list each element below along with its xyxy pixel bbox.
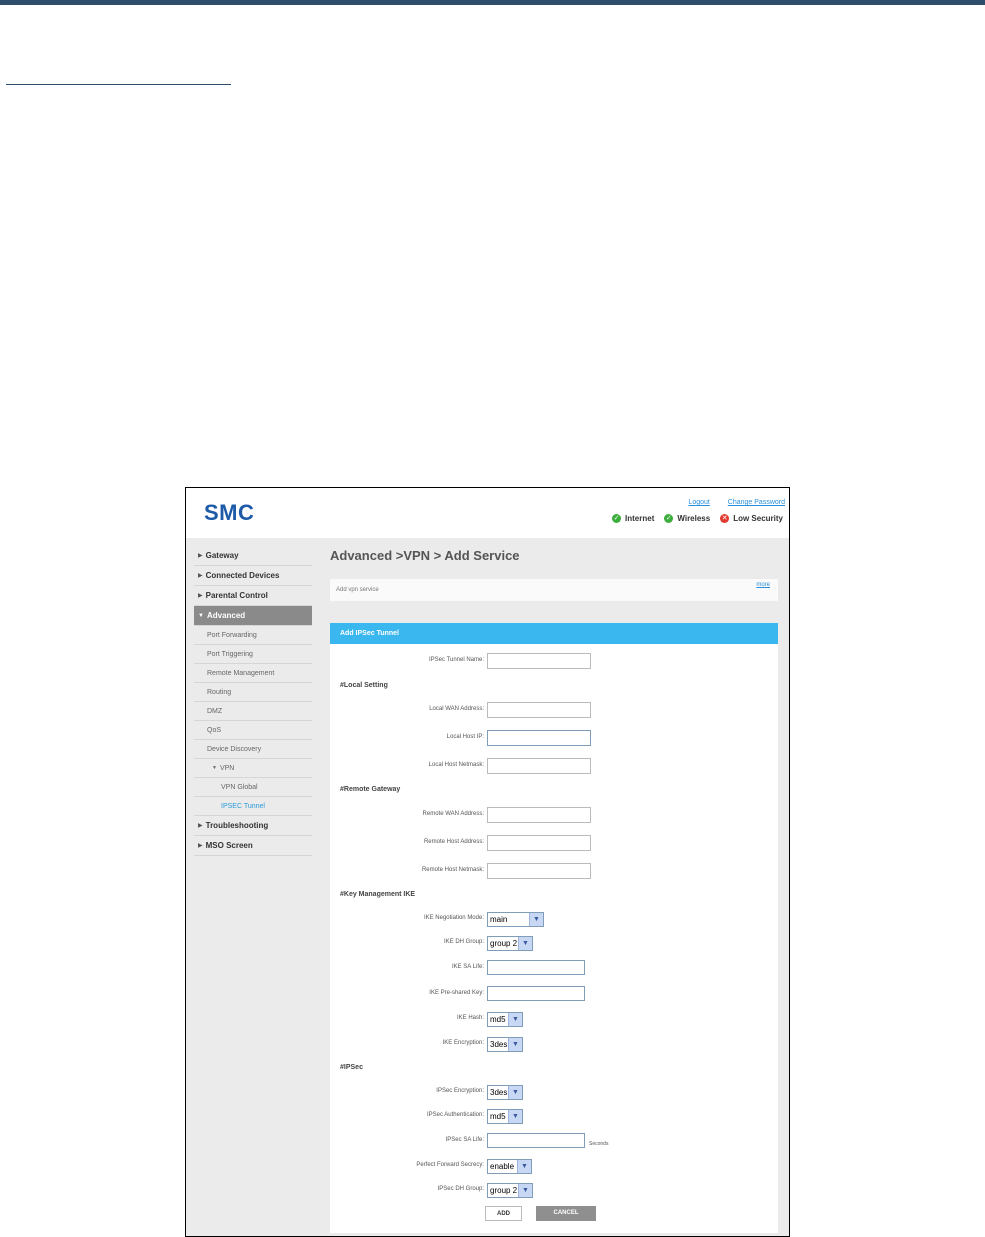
description-text: Add vpn service <box>336 587 379 593</box>
sidebar: ▶ Gateway ▶ Connected Devices ▶ Parental Co… <box>194 546 312 856</box>
row-remote-host-address: Remote Host Address: <box>330 835 778 851</box>
ipsec-form-panel: Add IPSec Tunnel IPSec Tunnel Name: #Loc… <box>330 623 778 1233</box>
sidebar-item-ipsec-tunnel[interactable]: IPSEC Tunnel <box>194 797 312 816</box>
triangle-right-icon: ▶ <box>198 823 203 829</box>
local-host-netmask-input[interactable] <box>487 758 591 774</box>
ike-encryption-select[interactable]: 3des ▼ <box>487 1037 523 1052</box>
panel-title: Add IPSec Tunnel <box>330 623 778 644</box>
local-wan-address-input[interactable] <box>487 702 591 718</box>
row-local-host-ip: Local Host IP: <box>330 730 778 746</box>
ike-sa-life-input[interactable] <box>487 960 585 975</box>
ipsec-sa-life-input[interactable] <box>487 1133 585 1148</box>
section-remote-gateway: #Remote Gateway <box>340 786 401 793</box>
remote-host-netmask-input[interactable] <box>487 863 591 879</box>
top-links: Logout Change Password <box>672 499 785 506</box>
row-ike-negotiation: IKE Negotiation Mode: main ▼ <box>330 911 778 927</box>
ipsec-encryption-select[interactable]: 3des ▼ <box>487 1085 523 1100</box>
add-button[interactable]: ADD <box>485 1206 522 1221</box>
chevron-down-icon: ▼ <box>518 937 532 950</box>
ike-dh-group-select[interactable]: group 2 ▼ <box>487 936 533 951</box>
button-row: ADD CANCEL <box>330 1203 778 1223</box>
cancel-button[interactable]: CANCEL <box>536 1206 596 1221</box>
more-link[interactable]: more <box>756 582 770 588</box>
chevron-down-icon: ▼ <box>508 1086 522 1099</box>
tunnel-name-input[interactable] <box>487 653 591 669</box>
row-ipsec-dh-group: IPSec DH Group: group 2 ▼ <box>330 1182 778 1198</box>
triangle-down-icon: ▼ <box>212 765 217 771</box>
chevron-down-icon: ▼ <box>508 1038 522 1051</box>
row-ipsec-sa-life: IPSec SA Life: Seconds <box>330 1133 778 1149</box>
triangle-right-icon: ▶ <box>198 553 203 559</box>
chevron-down-icon: ▼ <box>518 1184 532 1197</box>
header: SMC Logout Change Password ✓ Internet ✓ … <box>186 488 789 538</box>
row-tunnel-name: IPSec Tunnel Name: <box>330 653 778 669</box>
row-ike-encryption: IKE Encryption: 3des ▼ <box>330 1036 778 1052</box>
check-icon: ✓ <box>612 514 622 523</box>
section-local-setting: #Local Setting <box>340 682 388 689</box>
change-password-link[interactable]: Change Password <box>728 499 785 506</box>
smc-logo: SMC <box>204 500 255 525</box>
chevron-down-icon: ▼ <box>529 913 543 926</box>
row-local-wan: Local WAN Address: <box>330 702 778 718</box>
sidebar-item-mso-screen[interactable]: ▶ MSO Screen <box>194 836 312 856</box>
row-ipsec-authentication: IPSec Authentication: md5 ▼ <box>330 1108 778 1124</box>
section-key-management: #Key Management IKE <box>340 891 416 898</box>
sidebar-item-qos[interactable]: QoS <box>194 721 312 740</box>
logout-link[interactable]: Logout <box>688 499 709 506</box>
ike-hash-select[interactable]: md5 ▼ <box>487 1012 523 1027</box>
document-heading-rule <box>6 84 231 85</box>
row-remote-host-netmask: Remote Host Netmask: <box>330 863 778 879</box>
description-box: Add vpn service more <box>330 579 778 601</box>
body-area: ▶ Gateway ▶ Connected Devices ▶ Parental Co… <box>186 538 789 1236</box>
row-pfs: Perfect Forward Secrecy: enable ▼ <box>330 1158 778 1174</box>
sidebar-item-port-forwarding[interactable]: Port Forwarding <box>194 626 312 645</box>
triangle-right-icon: ▶ <box>198 573 203 579</box>
router-ui-screenshot: SMC Logout Change Password ✓ Internet ✓ … <box>185 487 790 1237</box>
sidebar-item-connected-devices[interactable]: ▶ Connected Devices <box>194 566 312 586</box>
error-icon: ✕ <box>720 514 730 523</box>
chevron-down-icon: ▼ <box>508 1110 522 1123</box>
chevron-down-icon: ▼ <box>517 1160 531 1173</box>
sidebar-item-parental-control[interactable]: ▶ Parental Control <box>194 586 312 606</box>
main-content: Advanced >VPN > Add Service Add vpn serv… <box>330 546 778 1233</box>
triangle-right-icon: ▶ <box>198 843 203 849</box>
triangle-down-icon: ▼ <box>198 612 204 619</box>
row-remote-wan: Remote WAN Address: <box>330 807 778 823</box>
sidebar-item-vpn[interactable]: ▼ VPN <box>194 759 312 778</box>
sidebar-item-gateway[interactable]: ▶ Gateway <box>194 546 312 566</box>
check-icon: ✓ <box>664 514 674 523</box>
page-title: Advanced >VPN > Add Service <box>330 548 520 563</box>
sidebar-item-device-discovery[interactable]: Device Discovery <box>194 740 312 759</box>
row-local-host-netmask: Local Host Netmask: <box>330 758 778 774</box>
status-internet: ✓ Internet <box>612 514 655 523</box>
row-ipsec-encryption: IPSec Encryption: 3des ▼ <box>330 1084 778 1100</box>
document-top-rule <box>0 0 985 5</box>
sidebar-item-routing[interactable]: Routing <box>194 683 312 702</box>
local-host-ip-input[interactable] <box>487 730 591 746</box>
status-wireless: ✓ Wireless <box>664 514 711 523</box>
sidebar-item-advanced[interactable]: ▼ Advanced <box>194 606 312 626</box>
row-ike-sa-life: IKE SA Life: <box>330 960 778 976</box>
row-ike-psk: IKE Pre-shared Key: <box>330 986 778 1002</box>
pfs-select[interactable]: enable ▼ <box>487 1159 532 1174</box>
status-bar: ✓ Internet ✓ Wireless ✕ Low Security <box>612 514 783 523</box>
sidebar-item-vpn-global[interactable]: VPN Global <box>194 778 312 797</box>
row-ike-dh-group: IKE DH Group: group 2 ▼ <box>330 935 778 951</box>
sidebar-item-dmz[interactable]: DMZ <box>194 702 312 721</box>
ipsec-authentication-select[interactable]: md5 ▼ <box>487 1109 523 1124</box>
remote-host-address-input[interactable] <box>487 835 591 851</box>
sidebar-item-port-triggering[interactable]: Port Triggering <box>194 645 312 664</box>
remote-wan-address-input[interactable] <box>487 807 591 823</box>
row-ike-hash: IKE Hash: md5 ▼ <box>330 1011 778 1027</box>
ike-pre-shared-key-input[interactable] <box>487 986 585 1001</box>
section-ipsec: #IPSec <box>340 1064 363 1071</box>
sidebar-item-remote-management[interactable]: Remote Management <box>194 664 312 683</box>
ike-negotiation-select[interactable]: main ▼ <box>487 912 544 927</box>
ipsec-dh-group-select[interactable]: group 2 ▼ <box>487 1183 533 1198</box>
sidebar-item-troubleshooting[interactable]: ▶ Troubleshooting <box>194 816 312 836</box>
chevron-down-icon: ▼ <box>508 1013 522 1026</box>
status-security: ✕ Low Security <box>720 514 783 523</box>
triangle-right-icon: ▶ <box>198 593 203 599</box>
seconds-unit: Seconds <box>589 1141 609 1147</box>
